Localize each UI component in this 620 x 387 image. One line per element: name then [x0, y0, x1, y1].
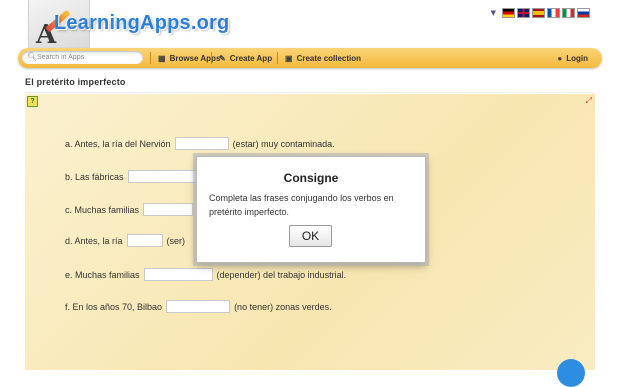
- create-collection-link[interactable]: ▣ Create collection: [285, 48, 361, 68]
- sentence-prefix: a. Antes, la ría del Nervión: [65, 138, 171, 149]
- browse-apps-label: Browse Apps: [169, 53, 221, 63]
- ok-button[interactable]: OK: [289, 225, 332, 247]
- sentence-suffix: (ser): [166, 235, 186, 246]
- sentence-suffix: (no tener) zonas verdes.: [234, 301, 332, 312]
- answer-field[interactable]: [143, 203, 194, 216]
- dropdown-arrow-icon[interactable]: ▼: [491, 9, 496, 17]
- flag-russia-icon[interactable]: [577, 8, 590, 18]
- help-icon[interactable]: ?: [27, 96, 38, 107]
- nav-divider: [277, 52, 278, 64]
- exercise-line: b. Las fábricas: [65, 170, 202, 183]
- sentence-suffix: (estar) muy contaminada.: [232, 138, 335, 149]
- divider: [25, 92, 595, 93]
- answer-field[interactable]: [174, 137, 229, 150]
- answer-field[interactable]: [126, 234, 163, 247]
- nav-divider: [150, 52, 151, 64]
- sentence-prefix: f. En los años 70, Bilbao: [65, 301, 163, 312]
- search-box[interactable]: 🔍︎: [22, 51, 143, 64]
- flag-germany-icon[interactable]: [502, 8, 515, 18]
- pencil-icon: ✎: [219, 53, 226, 63]
- grid-icon: ▦: [158, 53, 166, 63]
- instructions-dialog: Consigne Completa las frases conjugando …: [196, 156, 426, 263]
- collection-icon: ▣: [285, 53, 293, 63]
- answer-field[interactable]: [143, 268, 213, 281]
- create-collection-label: Create collection: [296, 53, 362, 63]
- nav-divider: [211, 52, 212, 64]
- sentence-suffix: (depender) del trabajo industrial.: [216, 269, 347, 280]
- exercise-line: e. Muchas familias (depender) del trabaj…: [65, 268, 346, 281]
- main-navbar: 🔍︎ ▦ Browse Apps ✎ Create App ▣ Create c…: [18, 48, 602, 68]
- sentence-prefix: c. Muchas familias: [65, 204, 140, 215]
- dialog-message: Completa las frases conjugando los verbo…: [209, 193, 394, 217]
- fullscreen-icon[interactable]: ⤢: [586, 96, 592, 106]
- user-icon: ●: [557, 53, 563, 63]
- flag-spain-icon[interactable]: [532, 8, 545, 18]
- flag-france-icon[interactable]: [547, 8, 560, 18]
- answer-field[interactable]: [127, 170, 198, 183]
- search-icon: 🔍︎: [27, 52, 38, 61]
- sentence-prefix: d. Antes, la ría: [65, 235, 123, 246]
- exercise-line: c. Muchas familias: [65, 203, 197, 216]
- login-label: Login: [566, 53, 588, 63]
- exercise-line: f. En los años 70, Bilbao (no tener) zon…: [65, 300, 332, 313]
- answer-field[interactable]: [166, 300, 231, 313]
- page-title: El pretérito imperfecto: [25, 77, 126, 87]
- sentence-prefix: e. Muchas familias: [65, 269, 140, 280]
- logo-text[interactable]: LearningApps.org: [54, 12, 229, 35]
- create-app-label: Create App: [229, 53, 273, 63]
- dialog-title: Consigne: [283, 171, 339, 185]
- search-input[interactable]: [37, 51, 137, 64]
- exercise-line: d. Antes, la ría (ser): [65, 234, 185, 247]
- exercise-line: a. Antes, la ría del Nervión (estar) muy…: [65, 137, 335, 150]
- sentence-prefix: b. Las fábricas: [65, 171, 124, 182]
- language-selector: ▼: [491, 8, 590, 18]
- flag-italy-icon[interactable]: [562, 8, 575, 18]
- create-app-link[interactable]: ✎ Create App: [219, 48, 272, 68]
- floating-action-button[interactable]: [557, 359, 585, 387]
- flag-uk-icon[interactable]: [517, 8, 530, 18]
- login-link[interactable]: ● Login: [557, 48, 588, 68]
